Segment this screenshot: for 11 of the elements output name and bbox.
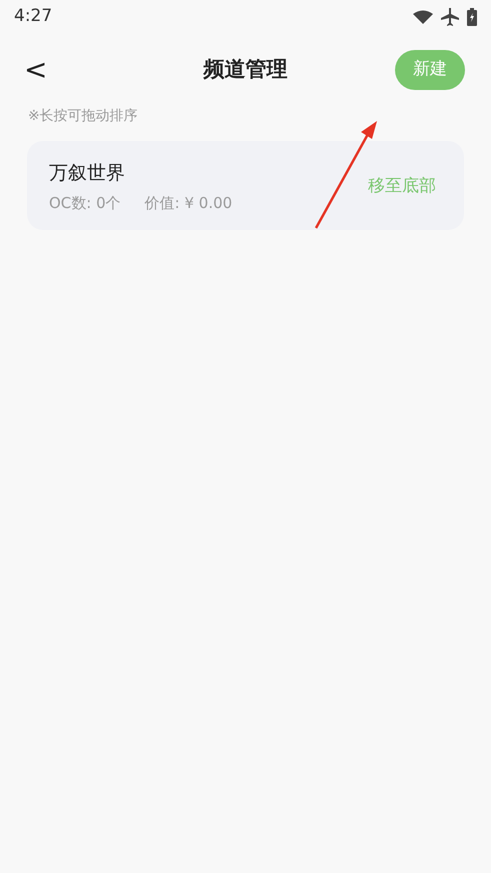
battery-icon (467, 8, 477, 26)
channel-value: 价值: ¥ 0.00 (144, 192, 232, 214)
page-title: 频道管理 (204, 56, 288, 84)
hint-text: ※长按可拖动排序 (27, 107, 139, 126)
channel-card[interactable]: 万叙世界 OC数: 0个 价值: ¥ 0.00 移至底部 (27, 141, 464, 230)
back-button[interactable]: < (24, 56, 48, 84)
oc-count: OC数: 0个 (49, 192, 121, 214)
channel-name: 万叙世界 (49, 161, 126, 186)
wifi-icon (413, 10, 433, 24)
status-time: 4:27 (14, 5, 52, 28)
airplane-icon (441, 8, 459, 26)
